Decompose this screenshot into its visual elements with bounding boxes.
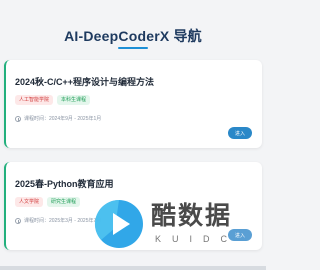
course-time: 课程时间：2025年3月 - 2025年7月 <box>15 217 101 224</box>
course-tags: 人工智能学院 本科生课程 <box>15 95 91 105</box>
page-title: AI-DeepCoderX 导航 <box>64 28 202 44</box>
watermark-text: 酷数据 <box>151 201 233 230</box>
page-header: AI-DeepCoderX 导航 <box>0 0 266 56</box>
level-tag: 研究生课程 <box>47 197 81 207</box>
course-title: 2025春-Python教育应用 <box>15 179 114 189</box>
clock-icon <box>15 115 21 122</box>
watermark-subtext: KUIDC <box>155 234 239 244</box>
college-tag: 人文学院 <box>15 197 44 207</box>
course-time-text: 课程时间：2024年9月 - 2025年1月 <box>24 116 102 122</box>
level-tag: 本科生课程 <box>57 95 91 105</box>
course-tags: 人文学院 研究生课程 <box>15 197 81 207</box>
watermark: 酷数据 KUIDC <box>93 192 263 254</box>
enter-button[interactable]: 进入 <box>228 127 252 139</box>
play-logo-icon <box>94 199 143 248</box>
title-underline <box>118 47 148 49</box>
course-title: 2024秋-C/C++程序设计与编程方法 <box>15 77 155 87</box>
bottom-scrollbar <box>0 266 266 270</box>
course-time: 课程时间：2024年9月 - 2025年1月 <box>15 115 101 122</box>
course-card[interactable]: 2024秋-C/C++程序设计与编程方法 人工智能学院 本科生课程 课程时间：2… <box>4 60 262 148</box>
college-tag: 人工智能学院 <box>15 95 54 105</box>
clock-icon <box>15 217 21 224</box>
course-time-text: 课程时间：2025年3月 - 2025年7月 <box>24 218 102 224</box>
